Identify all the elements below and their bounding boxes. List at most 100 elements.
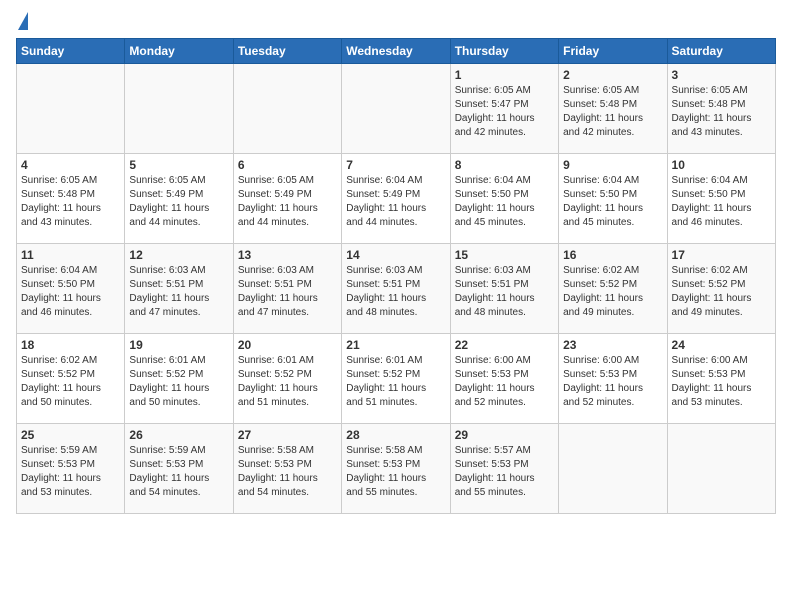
calendar-cell: 21 Sunrise: 6:01 AM Sunset: 5:52 PM Dayli… [342, 334, 450, 424]
calendar-week-1: 4 Sunrise: 6:05 AM Sunset: 5:48 PM Daylig… [17, 154, 776, 244]
day-info: Sunrise: 6:00 AM Sunset: 5:53 PM Dayligh… [672, 354, 771, 410]
day-number: 17 [672, 248, 771, 262]
day-info: Sunrise: 6:02 AM Sunset: 5:52 PM Dayligh… [563, 264, 662, 320]
calendar-cell [233, 64, 341, 154]
day-number: 25 [21, 428, 120, 442]
day-number: 24 [672, 338, 771, 352]
day-number: 7 [346, 158, 445, 172]
day-number: 27 [238, 428, 337, 442]
calendar-cell: 10Sunrise: 6:04 AM Sunset: 5:50 PM Dayli… [667, 154, 775, 244]
day-info: Sunrise: 6:05 AM Sunset: 5:48 PM Dayligh… [672, 84, 771, 140]
day-number: 3 [672, 68, 771, 82]
header-sunday: Sunday [17, 39, 125, 64]
day-info: Sunrise: 6:05 AM Sunset: 5:48 PM Dayligh… [563, 84, 662, 140]
header [16, 16, 776, 30]
day-info: Sunrise: 5:57 AM Sunset: 5:53 PM Dayligh… [455, 444, 554, 500]
day-info: Sunrise: 6:01 AM Sunset: 5:52 PM Dayligh… [238, 354, 337, 410]
day-number: 10 [672, 158, 771, 172]
day-number: 28 [346, 428, 445, 442]
calendar-cell: 9 Sunrise: 6:04 AM Sunset: 5:50 PM Daylig… [559, 154, 667, 244]
day-info: Sunrise: 6:03 AM Sunset: 5:51 PM Dayligh… [346, 264, 445, 320]
day-number: 4 [21, 158, 120, 172]
calendar-table: SundayMondayTuesdayWednesdayThursdayFrid… [16, 38, 776, 514]
calendar-header-row: SundayMondayTuesdayWednesdayThursdayFrid… [17, 39, 776, 64]
calendar-cell: 17 Sunrise: 6:02 AM Sunset: 5:52 PM Dayli… [667, 244, 775, 334]
calendar-cell: 22 Sunrise: 6:00 AM Sunset: 5:53 PM Dayli… [450, 334, 558, 424]
day-info: Sunrise: 5:58 AM Sunset: 5:53 PM Dayligh… [346, 444, 445, 500]
calendar-cell: 5Sunrise: 6:05 AM Sunset: 5:49 PM Daylig… [125, 154, 233, 244]
day-number: 9 [563, 158, 662, 172]
day-info: Sunrise: 6:05 AM Sunset: 5:48 PM Dayligh… [21, 174, 120, 230]
day-number: 15 [455, 248, 554, 262]
calendar-cell: 12 Sunrise: 6:03 AM Sunset: 5:51 PM Dayli… [125, 244, 233, 334]
day-info: Sunrise: 5:58 AM Sunset: 5:53 PM Dayligh… [238, 444, 337, 500]
day-info: Sunrise: 6:00 AM Sunset: 5:53 PM Dayligh… [455, 354, 554, 410]
day-info: Sunrise: 6:03 AM Sunset: 5:51 PM Dayligh… [455, 264, 554, 320]
calendar-cell: 15 Sunrise: 6:03 AM Sunset: 5:51 PM Dayli… [450, 244, 558, 334]
day-number: 16 [563, 248, 662, 262]
calendar-cell: 13 Sunrise: 6:03 AM Sunset: 5:51 PM Dayli… [233, 244, 341, 334]
day-info: Sunrise: 6:02 AM Sunset: 5:52 PM Dayligh… [21, 354, 120, 410]
calendar-cell: 27 Sunrise: 5:58 AM Sunset: 5:53 PM Dayli… [233, 424, 341, 514]
day-number: 29 [455, 428, 554, 442]
day-info: Sunrise: 6:04 AM Sunset: 5:50 PM Dayligh… [563, 174, 662, 230]
header-friday: Friday [559, 39, 667, 64]
calendar-cell: 28 Sunrise: 5:58 AM Sunset: 5:53 PM Dayli… [342, 424, 450, 514]
day-number: 18 [21, 338, 120, 352]
calendar-week-3: 18 Sunrise: 6:02 AM Sunset: 5:52 PM Dayli… [17, 334, 776, 424]
day-info: Sunrise: 6:03 AM Sunset: 5:51 PM Dayligh… [238, 264, 337, 320]
day-info: Sunrise: 6:02 AM Sunset: 5:52 PM Dayligh… [672, 264, 771, 320]
calendar-cell [667, 424, 775, 514]
calendar-cell: 2 Sunrise: 6:05 AM Sunset: 5:48 PM Daylig… [559, 64, 667, 154]
day-number: 19 [129, 338, 228, 352]
header-wednesday: Wednesday [342, 39, 450, 64]
day-info: Sunrise: 5:59 AM Sunset: 5:53 PM Dayligh… [21, 444, 120, 500]
day-number: 12 [129, 248, 228, 262]
day-number: 20 [238, 338, 337, 352]
calendar-cell: 4 Sunrise: 6:05 AM Sunset: 5:48 PM Daylig… [17, 154, 125, 244]
day-number: 6 [238, 158, 337, 172]
calendar-cell: 1 Sunrise: 6:05 AM Sunset: 5:47 PM Daylig… [450, 64, 558, 154]
day-info: Sunrise: 6:04 AM Sunset: 5:50 PM Dayligh… [21, 264, 120, 320]
day-info: Sunrise: 6:05 AM Sunset: 5:49 PM Dayligh… [129, 174, 228, 230]
day-number: 1 [455, 68, 554, 82]
calendar-cell [17, 64, 125, 154]
day-number: 26 [129, 428, 228, 442]
day-number: 21 [346, 338, 445, 352]
calendar-cell [125, 64, 233, 154]
day-number: 14 [346, 248, 445, 262]
logo-triangle-icon [18, 12, 28, 30]
calendar-cell: 18 Sunrise: 6:02 AM Sunset: 5:52 PM Dayli… [17, 334, 125, 424]
calendar-cell: 7 Sunrise: 6:04 AM Sunset: 5:49 PM Daylig… [342, 154, 450, 244]
day-info: Sunrise: 6:03 AM Sunset: 5:51 PM Dayligh… [129, 264, 228, 320]
day-number: 11 [21, 248, 120, 262]
day-info: Sunrise: 5:59 AM Sunset: 5:53 PM Dayligh… [129, 444, 228, 500]
calendar-week-0: 1 Sunrise: 6:05 AM Sunset: 5:47 PM Daylig… [17, 64, 776, 154]
calendar-cell: 3 Sunrise: 6:05 AM Sunset: 5:48 PM Daylig… [667, 64, 775, 154]
day-info: Sunrise: 6:01 AM Sunset: 5:52 PM Dayligh… [346, 354, 445, 410]
calendar-cell: 11 Sunrise: 6:04 AM Sunset: 5:50 PM Dayli… [17, 244, 125, 334]
logo [16, 16, 28, 30]
calendar-cell: 24 Sunrise: 6:00 AM Sunset: 5:53 PM Dayli… [667, 334, 775, 424]
header-tuesday: Tuesday [233, 39, 341, 64]
day-info: Sunrise: 6:05 AM Sunset: 5:49 PM Dayligh… [238, 174, 337, 230]
calendar-cell: 8 Sunrise: 6:04 AM Sunset: 5:50 PM Daylig… [450, 154, 558, 244]
day-info: Sunrise: 6:05 AM Sunset: 5:47 PM Dayligh… [455, 84, 554, 140]
header-monday: Monday [125, 39, 233, 64]
day-number: 22 [455, 338, 554, 352]
calendar-cell: 29 Sunrise: 5:57 AM Sunset: 5:53 PM Dayli… [450, 424, 558, 514]
calendar-cell [342, 64, 450, 154]
day-info: Sunrise: 6:04 AM Sunset: 5:49 PM Dayligh… [346, 174, 445, 230]
calendar-cell: 19 Sunrise: 6:01 AM Sunset: 5:52 PM Dayli… [125, 334, 233, 424]
calendar-cell: 14 Sunrise: 6:03 AM Sunset: 5:51 PM Dayli… [342, 244, 450, 334]
day-number: 8 [455, 158, 554, 172]
day-number: 2 [563, 68, 662, 82]
day-info: Sunrise: 6:00 AM Sunset: 5:53 PM Dayligh… [563, 354, 662, 410]
calendar-week-2: 11 Sunrise: 6:04 AM Sunset: 5:50 PM Dayli… [17, 244, 776, 334]
header-saturday: Saturday [667, 39, 775, 64]
header-thursday: Thursday [450, 39, 558, 64]
calendar-cell: 23Sunrise: 6:00 AM Sunset: 5:53 PM Dayli… [559, 334, 667, 424]
day-info: Sunrise: 6:04 AM Sunset: 5:50 PM Dayligh… [455, 174, 554, 230]
day-number: 13 [238, 248, 337, 262]
day-info: Sunrise: 6:01 AM Sunset: 5:52 PM Dayligh… [129, 354, 228, 410]
